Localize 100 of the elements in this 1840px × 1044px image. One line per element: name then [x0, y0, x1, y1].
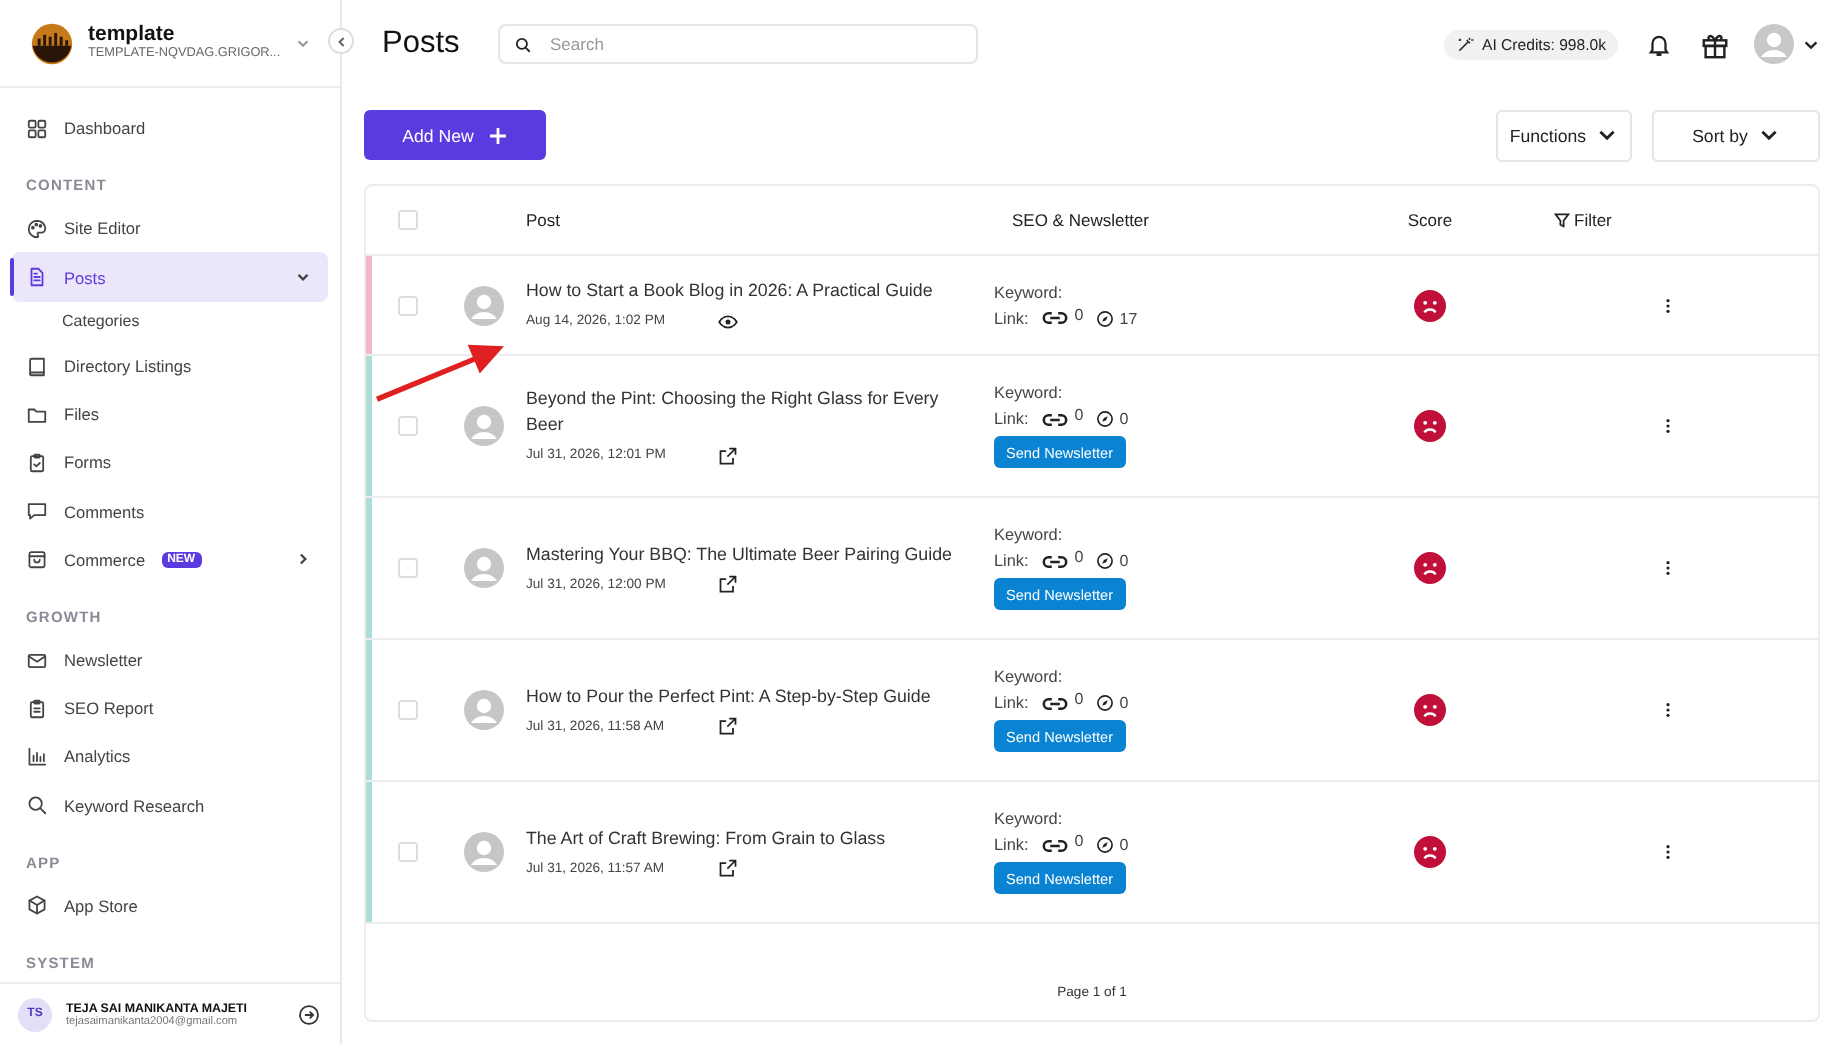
keyword-label: Keyword:	[994, 283, 1063, 301]
add-new-button[interactable]: Add New	[364, 110, 546, 160]
sidebar-item[interactable]: Forms	[12, 438, 328, 488]
external-link-icon[interactable]	[718, 445, 738, 466]
filter-icon	[1554, 212, 1570, 228]
row-checkbox[interactable]	[397, 700, 417, 720]
row-checkbox[interactable]	[397, 842, 417, 862]
link-label: Link:	[994, 410, 1029, 428]
notification-bell-icon[interactable]	[1646, 31, 1672, 57]
post-title[interactable]: Mastering Your BBQ: The Ultimate Beer Pairing Guide	[526, 541, 978, 567]
external-link-count: 0	[1119, 694, 1129, 712]
column-header: Post	[526, 210, 563, 230]
author-avatar-icon	[464, 406, 504, 446]
search-icon	[26, 794, 48, 817]
author-avatar-icon	[464, 548, 504, 588]
keyword-label: Keyword:	[994, 384, 1063, 402]
more-options-icon[interactable]	[1664, 560, 1672, 576]
external-link-icon[interactable]	[718, 574, 738, 595]
search-icon	[514, 35, 532, 53]
folder-icon	[26, 403, 48, 426]
sidebar-item[interactable]: Dashboard	[12, 104, 328, 153]
external-link-icon[interactable]	[718, 858, 738, 879]
collapse-sidebar-button[interactable]	[328, 28, 354, 54]
dashboard-icon	[26, 117, 48, 140]
workspace-logo-icon	[30, 21, 74, 65]
eye-icon[interactable]	[718, 311, 738, 332]
report-icon	[26, 697, 48, 720]
external-link-count: 0	[1119, 836, 1129, 854]
sidebar-item[interactable]: SEO Report	[12, 684, 328, 733]
column-header: SEO & Newsletter	[1010, 210, 1151, 230]
magic-wand-icon	[1456, 35, 1475, 53]
post-title[interactable]: The Art of Craft Brewing: From Grain to Glass	[526, 825, 978, 851]
link-icon	[1042, 310, 1069, 326]
compass-icon	[1095, 309, 1114, 327]
row-checkbox[interactable]	[397, 295, 417, 315]
select-all-checkbox[interactable]	[397, 210, 417, 230]
compass-icon	[1095, 552, 1114, 570]
row-checkbox[interactable]	[397, 416, 417, 436]
plus-icon	[487, 125, 508, 145]
compass-icon	[1095, 836, 1114, 854]
workspace-name: template	[88, 22, 176, 47]
keyword-label: Keyword:	[994, 810, 1063, 828]
author-avatar-icon	[464, 832, 504, 872]
sidebar-item[interactable]: Files	[12, 390, 328, 439]
link-label: Link:	[994, 694, 1029, 712]
sidebar-item[interactable]: Directory Listings	[12, 341, 328, 391]
dropdown-button[interactable]: Functions	[1495, 109, 1632, 161]
link-icon	[1042, 553, 1069, 569]
compass-icon	[1095, 694, 1114, 712]
sad-face-icon	[1414, 289, 1446, 321]
internal-link-count: 0	[1074, 690, 1084, 708]
search-field[interactable]: Search	[498, 24, 978, 64]
sidebar-item[interactable]: Posts	[12, 252, 328, 302]
chevron-right-icon[interactable]	[294, 550, 312, 569]
link-label: Link:	[994, 836, 1029, 854]
page-title: Posts	[382, 26, 462, 62]
internal-link-count: 0	[1074, 406, 1084, 424]
author-avatar-icon	[464, 690, 504, 730]
post-title[interactable]: How to Pour the Perfect Pint: A Step-by-Step Guide	[526, 683, 978, 709]
more-options-icon[interactable]	[1664, 844, 1672, 860]
link-icon	[1042, 411, 1069, 427]
internal-link-count: 0	[1074, 832, 1084, 850]
sidebar-subitem[interactable]: Categories	[12, 301, 328, 342]
external-link-count: 17	[1119, 309, 1138, 327]
gift-icon[interactable]	[1700, 29, 1730, 59]
post-title[interactable]: How to Start a Book Blog in 2026: A Practical Guide	[526, 278, 978, 304]
sidebar-item[interactable]: Keyword Research	[12, 781, 328, 830]
external-link-icon[interactable]	[718, 716, 738, 737]
keyword-label: Keyword:	[994, 526, 1063, 544]
compass-icon	[1095, 410, 1114, 428]
sidebar-item[interactable]: Newsletter	[12, 635, 328, 685]
dropdown-button[interactable]: Sort by	[1652, 109, 1820, 161]
row-checkbox[interactable]	[397, 558, 417, 578]
sidebar-item[interactable]: Site Editor	[12, 204, 328, 253]
chevron-left-icon	[333, 33, 349, 49]
internal-link-count: 0	[1074, 548, 1084, 566]
post-title[interactable]: Beyond the Pint: Choosing the Right Glass for Every Beer	[526, 386, 978, 438]
sidebar-item[interactable]: Analytics	[12, 732, 328, 782]
chevron-down-icon[interactable]	[294, 268, 312, 286]
link-label: Link:	[994, 309, 1029, 327]
internal-link-count: 0	[1074, 305, 1084, 323]
keyword-label: Keyword:	[994, 668, 1063, 686]
book-icon	[26, 355, 48, 378]
sad-face-icon	[1414, 694, 1446, 726]
sad-face-icon	[1414, 552, 1446, 584]
sidebar-item[interactable]: Comments	[12, 487, 328, 536]
chat-icon	[26, 500, 48, 523]
author-avatar-icon	[464, 285, 504, 325]
document-icon	[26, 266, 48, 288]
more-options-icon[interactable]	[1664, 418, 1672, 434]
external-link-count: 0	[1119, 552, 1129, 570]
more-options-icon[interactable]	[1664, 297, 1672, 313]
logout-icon[interactable]	[298, 1003, 320, 1025]
link-icon	[1042, 695, 1069, 711]
link-icon	[1042, 837, 1069, 853]
sidebar-item[interactable]: App Store	[12, 881, 328, 930]
cube-icon	[26, 894, 48, 917]
filter-button[interactable]: Filter	[1554, 210, 1612, 230]
palette-icon	[26, 217, 48, 240]
more-options-icon[interactable]	[1664, 702, 1672, 718]
